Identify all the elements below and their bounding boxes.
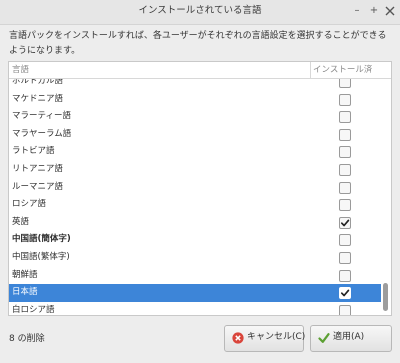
column-header-language[interactable]: 言語 — [12, 62, 29, 78]
language-row[interactable]: ラトビア語 — [9, 143, 381, 161]
language-name: ラトビア語 — [12, 146, 55, 157]
cancel-label: キャンセル(C) — [247, 332, 306, 342]
installed-checkbox[interactable] — [339, 304, 351, 315]
installed-checkbox[interactable] — [339, 164, 351, 176]
status-text: 8 の削除 — [9, 334, 45, 344]
language-row[interactable]: マラーティー語 — [9, 108, 381, 126]
column-header-installed[interactable]: インストール済 — [313, 62, 372, 78]
language-row[interactable]: ポルトガル語 — [9, 79, 381, 91]
description-text: 言語パックをインストールすれば、各ユーザーがそれぞれの言語設定を選択することがで… — [9, 31, 387, 56]
language-rows: ポルトガル語マケドニア語 マラーティー語 マラヤーラム語 ラトビア語リトアニア語 ルーマ… — [9, 79, 381, 315]
language-name: 白ロシア語 — [12, 304, 55, 315]
checkmark-icon — [340, 219, 350, 227]
language-row[interactable]: 日本語 — [9, 284, 381, 302]
language-row[interactable]: 朝鮮語 — [9, 267, 381, 285]
language-row[interactable]: ルーマニア語 — [9, 179, 381, 197]
language-name: 中国語(簡体字) — [12, 234, 71, 245]
installed-checkbox[interactable] — [339, 93, 351, 106]
installed-checkbox[interactable] — [339, 111, 351, 124]
installed-checkbox[interactable] — [339, 128, 351, 141]
language-name: マケドニア語 — [12, 93, 64, 104]
language-row[interactable]: ロシア語 — [9, 196, 381, 214]
cancel-button[interactable]: キャンセル(C) — [224, 325, 306, 352]
language-row[interactable]: 中国語(簡体字) — [9, 231, 381, 249]
language-row[interactable]: リトアニア語 — [9, 161, 381, 179]
installed-checkbox[interactable] — [339, 146, 351, 159]
language-list: 言語 インストール済 ポルトガル語マケドニア語 マラーティー語 マラヤーラム語 ラトビ… — [8, 61, 392, 316]
installed-checkbox[interactable] — [339, 287, 351, 300]
maximize-button[interactable]: + — [366, 3, 382, 19]
scrollbar[interactable] — [382, 79, 390, 314]
list-header: 言語 インストール済 — [9, 62, 391, 79]
scrollbar-thumb[interactable] — [383, 283, 388, 311]
installed-checkbox[interactable] — [339, 269, 351, 282]
close-icon — [385, 6, 395, 16]
apply-button[interactable]: 適用(A) — [310, 325, 392, 352]
language-name: 英語 — [12, 216, 30, 227]
language-name: リトアニア語 — [12, 164, 63, 174]
language-name: 日本語 — [12, 287, 38, 298]
window-title: インストールされている言語 — [138, 5, 262, 16]
checkmark-icon — [340, 289, 350, 297]
installed-checkbox[interactable] — [339, 234, 351, 247]
language-row[interactable]: 英語 — [9, 214, 381, 232]
language-row[interactable]: マケドニア語 — [9, 91, 381, 109]
language-name: マラヤーラム語 — [12, 128, 72, 139]
installed-checkbox[interactable] — [339, 199, 351, 212]
installed-checkbox[interactable] — [339, 252, 351, 264]
cancel-circle-icon — [232, 332, 244, 344]
installed-checkbox[interactable] — [339, 181, 351, 194]
check-icon — [318, 333, 330, 343]
language-name: 朝鮮語 — [12, 269, 38, 280]
column-separator — [310, 62, 311, 78]
close-button[interactable] — [382, 3, 398, 19]
minimize-button[interactable]: – — [349, 3, 365, 19]
language-row[interactable]: マラヤーラム語 — [9, 126, 381, 144]
language-name: マラーティー語 — [12, 111, 71, 122]
installed-checkbox[interactable] — [339, 79, 351, 88]
language-row[interactable]: 白ロシア語 — [9, 302, 381, 315]
installed-checkbox[interactable] — [339, 216, 351, 229]
language-name: 中国語(繁体字) — [12, 252, 70, 262]
language-name: ルーマニア語 — [12, 181, 64, 192]
title-bar: インストールされている言語 – + — [0, 0, 400, 25]
language-name: ポルトガル語 — [12, 79, 64, 86]
language-name: ロシア語 — [12, 199, 47, 210]
apply-label: 適用(A) — [333, 332, 365, 342]
language-row[interactable]: 中国語(繁体字) — [9, 249, 381, 267]
